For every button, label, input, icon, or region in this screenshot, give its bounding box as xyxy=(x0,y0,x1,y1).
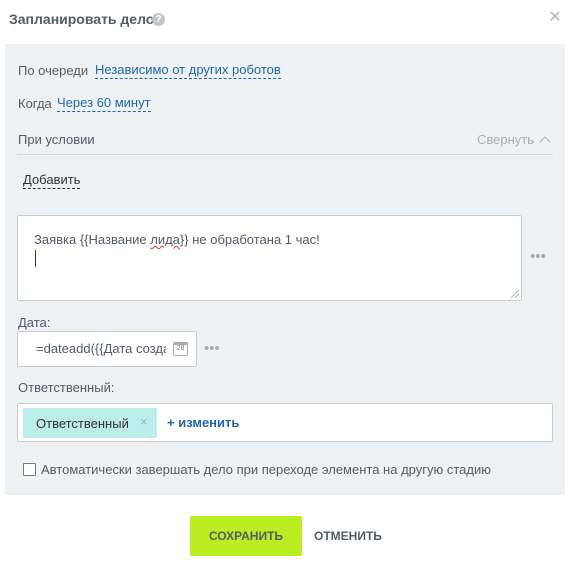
responsible-field[interactable]: Ответственный × + изменить xyxy=(17,403,553,442)
message-more-icon[interactable]: ••• xyxy=(530,249,546,264)
when-selector[interactable]: Через 60 минут xyxy=(57,95,151,112)
condition-label: При условии xyxy=(18,132,95,147)
queue-label: По очереди xyxy=(18,63,89,78)
cancel-button[interactable]: ОТМЕНИТЬ xyxy=(314,529,382,543)
calendar-icon[interactable]: 28 xyxy=(173,342,188,356)
responsible-chip: Ответственный × xyxy=(23,408,157,438)
message-text: Заявка {{Название лида}} не обработана 1… xyxy=(34,232,320,247)
date-label: Дата: xyxy=(18,315,51,330)
chip-remove-icon[interactable]: × xyxy=(140,414,148,429)
responsible-chip-label: Ответственный xyxy=(36,416,129,431)
close-icon[interactable]: ✕ xyxy=(546,8,564,28)
date-input[interactable]: =dateadd({{Дата создания}} 28 xyxy=(17,331,197,367)
responsible-label: Ответственный: xyxy=(18,380,115,395)
when-label: Когда xyxy=(18,96,52,111)
message-textarea[interactable]: Заявка {{Название лида}} не обработана 1… xyxy=(17,215,522,301)
date-more-icon[interactable]: ••• xyxy=(204,341,220,356)
resize-handle[interactable] xyxy=(511,290,519,298)
auto-complete-label[interactable]: Автоматически завершать дело при переход… xyxy=(41,462,491,477)
dialog-header: Запланировать дело ? ✕ xyxy=(0,0,573,44)
chevron-up-icon[interactable] xyxy=(539,136,551,148)
date-value: =dateadd({{Дата создания}} xyxy=(36,341,166,356)
change-responsible-link[interactable]: + изменить xyxy=(167,415,239,430)
add-condition-link[interactable]: Добавить xyxy=(23,172,81,189)
divider xyxy=(17,154,553,155)
auto-complete-checkbox[interactable] xyxy=(23,463,36,476)
question-circle-icon[interactable]: ? xyxy=(152,13,165,26)
dialog-title: Запланировать дело xyxy=(9,11,155,27)
save-button[interactable]: СОХРАНИТЬ xyxy=(190,516,302,556)
text-caret xyxy=(35,250,36,267)
queue-selector[interactable]: Независимо от других роботов xyxy=(95,62,281,79)
collapse-link[interactable]: Свернуть xyxy=(477,132,534,147)
settings-panel: По очереди Независимо от других роботов … xyxy=(5,44,565,495)
